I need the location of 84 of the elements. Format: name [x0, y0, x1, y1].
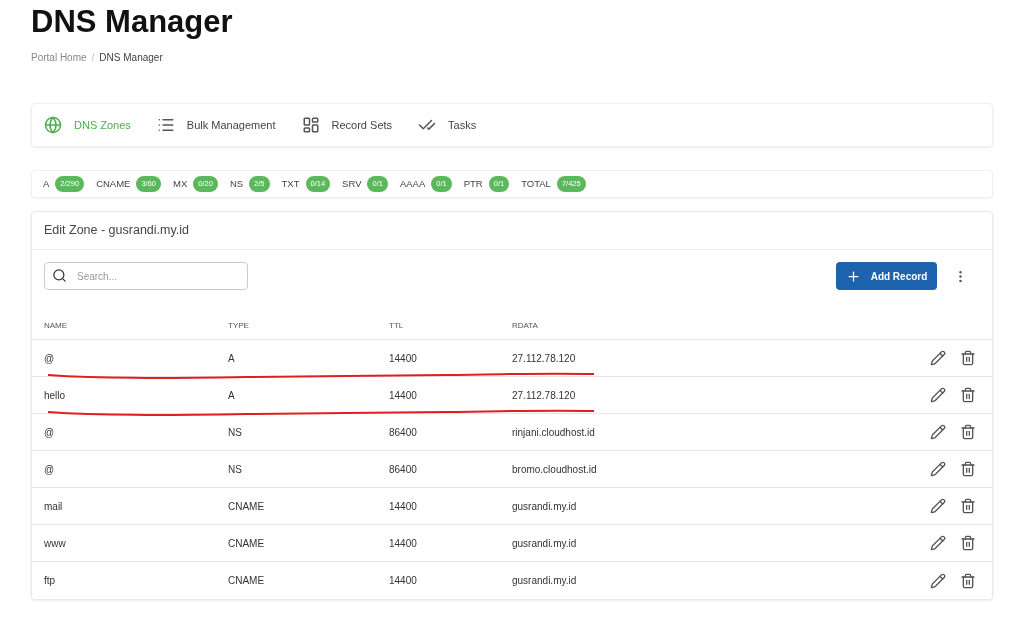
table-cell-text: CNAME — [228, 574, 265, 588]
edit-button[interactable] — [930, 572, 946, 589]
table-cell-text: www — [44, 536, 66, 551]
card-title: Edit Zone - gusrandi.my.id — [44, 222, 189, 240]
delete-button[interactable] — [960, 387, 976, 403]
breadcrumb-item[interactable]: Portal Home — [31, 50, 87, 65]
record-type-label: AAAA — [399, 176, 426, 191]
page-title: DNS Manager — [31, 4, 233, 40]
record-type-label: TOTAL — [521, 176, 551, 191]
table-cell-text: 14400 — [389, 388, 417, 403]
breadcrumb-separator: / — [91, 51, 95, 65]
table-cell-text: CNAME — [228, 499, 265, 514]
column-header: TYPE — [228, 320, 249, 332]
record-type-label: A — [43, 176, 50, 191]
table-cell-text: 14400 — [389, 536, 417, 551]
table-cell-text: A — [228, 388, 235, 403]
table-cell-text: NS — [228, 425, 242, 440]
trash-icon — [960, 535, 976, 551]
table-cell-text: 14400 — [389, 499, 417, 514]
trash-icon — [960, 461, 976, 477]
record-type-label: MX — [173, 176, 188, 191]
pencil-icon — [930, 387, 946, 403]
table-cell-text: NS — [228, 462, 242, 477]
search-icon — [52, 268, 67, 283]
trash-icon — [960, 572, 976, 589]
delete-button[interactable] — [960, 461, 976, 477]
table-cell-text: @ — [44, 425, 55, 440]
table-cell-text: 14400 — [389, 574, 417, 588]
pencil-icon — [930, 498, 946, 514]
tab[interactable]: Tasks — [418, 116, 477, 134]
record-type-label: NS — [229, 176, 244, 191]
table-cell-text: @ — [44, 462, 55, 477]
table-cell-text: hello — [44, 388, 66, 403]
pencil-icon — [930, 572, 946, 589]
tab[interactable]: Bulk Management — [156, 116, 276, 134]
edit-button[interactable] — [930, 350, 946, 366]
delete-button[interactable] — [960, 350, 976, 366]
table-cell-text: gusrandi.my.id — [512, 574, 577, 588]
pencil-icon — [930, 535, 946, 551]
table-cell-text: 27.112.78.120 — [512, 388, 576, 403]
column-header: RDATA — [512, 320, 538, 332]
trash-icon — [960, 387, 976, 403]
list-icon — [156, 116, 175, 134]
table-cell-text: 14400 — [389, 351, 417, 366]
trash-icon — [960, 424, 976, 440]
table-cell-text: bromo.cloudhost.id — [512, 462, 597, 477]
delete-button[interactable] — [960, 498, 976, 514]
breadcrumb-item: DNS Manager — [99, 51, 163, 65]
table-cell-text: gusrandi.my.id — [512, 536, 577, 551]
tab[interactable]: Record Sets — [301, 116, 393, 134]
search-field[interactable]: Search... — [44, 262, 248, 290]
edit-button[interactable] — [930, 387, 946, 403]
record-type-label: CNAME — [96, 176, 131, 191]
record-type-label: PTR — [463, 176, 483, 191]
add-record-button[interactable]: Add Record — [836, 262, 937, 290]
table-cell-text: A — [228, 351, 235, 366]
record-type-label: TXT — [281, 176, 300, 191]
delete-button[interactable] — [960, 572, 976, 589]
edit-button[interactable] — [930, 498, 946, 514]
table-cell-text: 86400 — [389, 462, 417, 477]
pencil-icon — [930, 350, 946, 366]
trash-icon — [960, 498, 976, 514]
table-cell-text: @ — [44, 351, 55, 366]
table-cell-text: 86400 — [389, 425, 417, 440]
table-cell-text: gusrandi.my.id — [512, 499, 577, 514]
pencil-icon — [930, 424, 946, 440]
column-header: TTL — [389, 320, 404, 332]
table-cell-text: rinjani.cloudhost.id — [512, 425, 595, 440]
column-header: NAME — [44, 320, 68, 332]
globe-icon — [44, 116, 62, 134]
record-type-label: SRV — [342, 176, 362, 191]
table-cell-text: ftp — [44, 574, 56, 588]
table-cell-text: mail — [44, 499, 63, 514]
edit-button[interactable] — [930, 461, 946, 477]
plus-icon — [845, 268, 861, 284]
table-cell-text: CNAME — [228, 536, 265, 551]
delete-button[interactable] — [960, 424, 976, 440]
delete-button[interactable] — [960, 535, 976, 551]
edit-button[interactable] — [930, 424, 946, 440]
pencil-icon — [930, 461, 946, 477]
trash-icon — [960, 350, 976, 366]
grid-icon — [301, 116, 320, 134]
table-cell-text: 27.112.78.120 — [512, 351, 576, 366]
edit-button[interactable] — [930, 535, 946, 551]
